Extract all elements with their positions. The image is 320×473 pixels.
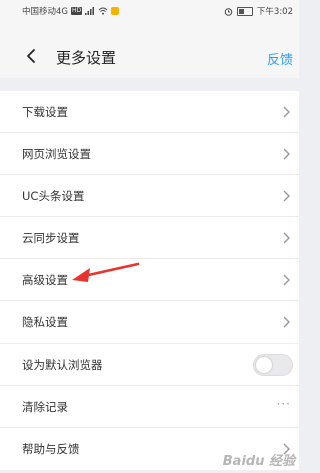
feedback-link[interactable]: 反馈 (267, 49, 293, 68)
settings-item-web-browsing[interactable]: 网页浏览设置 (0, 133, 299, 175)
settings-item-download[interactable]: 下载设置 (0, 91, 299, 133)
settings-group-main: 下载设置 网页浏览设置 UC头条设置 云同步设置 高级设置 隐私设置 (0, 91, 299, 343)
settings-item-label: UC头条设置 (22, 188, 85, 203)
chevron-right-icon (283, 274, 290, 286)
settings-item-label: 帮助与反馈 (22, 442, 80, 456)
settings-item-label: 设为默认浏览器 (22, 357, 103, 372)
settings-item-privacy[interactable]: 隐私设置 (0, 301, 299, 343)
status-right: 下午3:02 (224, 5, 293, 17)
annotation-arrow-icon (72, 262, 140, 282)
carrier-label: 中国移动4G (22, 7, 68, 17)
settings-item-label: 下载设置 (22, 104, 68, 119)
chevron-right-icon (283, 232, 290, 244)
chevron-right-icon (283, 106, 290, 118)
notification-app-icon (111, 7, 120, 15)
watermark: Baidu 经验 (222, 454, 295, 469)
chevron-right-icon (283, 190, 290, 202)
settings-item-cloud-sync[interactable]: 云同步设置 (0, 217, 299, 259)
chevron-right-icon (283, 148, 290, 160)
settings-item-default-browser: 设为默认浏览器 (0, 344, 299, 386)
settings-item-label: 网页浏览设置 (22, 146, 91, 161)
more-options-icon[interactable]: ··· (277, 397, 291, 411)
status-left: 中国移动4G HD (22, 5, 120, 17)
title-bar: 更多设置 反馈 (0, 20, 299, 78)
signal-icon (85, 7, 95, 15)
default-browser-toggle[interactable] (253, 354, 293, 376)
settings-item-label: 云同步设置 (22, 230, 80, 245)
page-title: 更多设置 (56, 49, 117, 67)
settings-item-advanced[interactable]: 高级设置 (0, 259, 299, 301)
back-arrow-icon[interactable] (22, 46, 42, 66)
settings-item-uc-headlines[interactable]: UC头条设置 (0, 175, 299, 217)
battery-icon (236, 6, 253, 16)
wifi-icon (98, 7, 108, 15)
status-time: 下午3:02 (256, 7, 293, 17)
settings-item-label: 高级设置 (22, 272, 68, 287)
chevron-right-icon (283, 316, 290, 328)
settings-item-label: 隐私设置 (22, 315, 68, 329)
alarm-icon (224, 7, 233, 16)
hd-badge: HD (71, 7, 83, 15)
toggle-knob (256, 357, 272, 373)
status-bar: 中国移动4G HD 下午3:02 (0, 0, 299, 20)
settings-item-clear-history[interactable]: 清除记录 ··· (0, 386, 299, 428)
settings-item-label: 清除记录 (22, 399, 68, 414)
